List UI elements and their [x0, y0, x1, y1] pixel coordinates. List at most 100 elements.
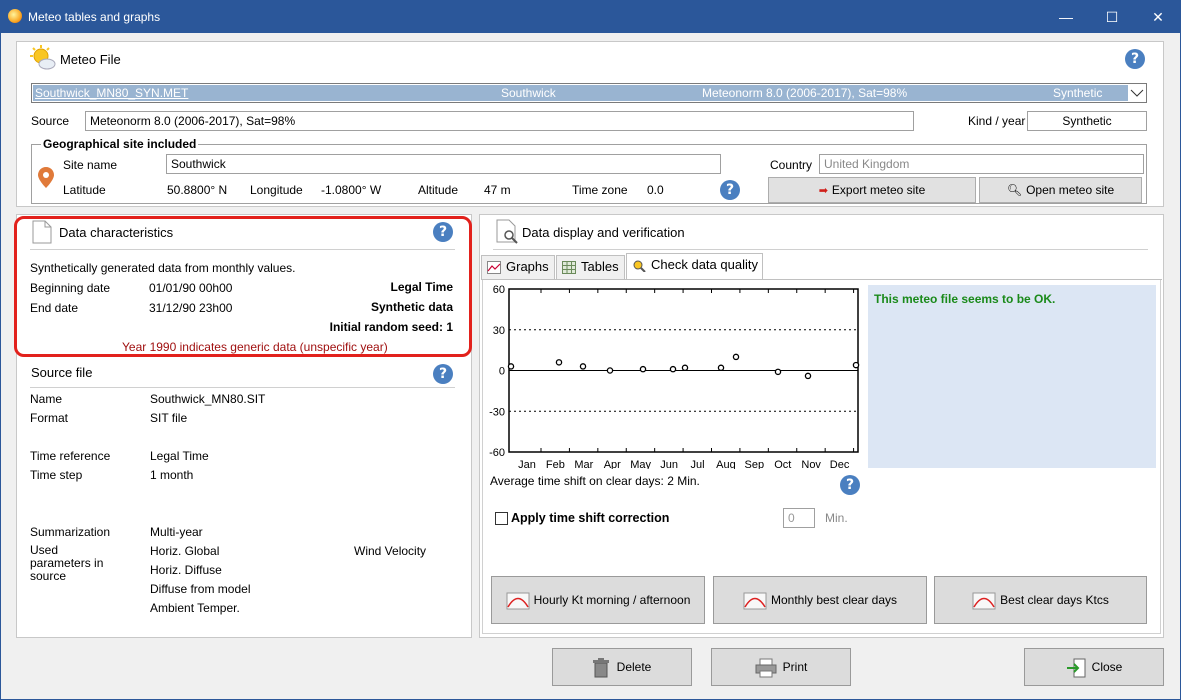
x-tick-label: Sep: [745, 459, 765, 469]
generic-year-note: Year 1990 indicates generic data (unspec…: [122, 340, 388, 354]
data-display-header: Data display and verification: [522, 225, 685, 240]
meteo-file-select[interactable]: Southwick_MN80_SYN.MET Southwick Meteono…: [31, 83, 1147, 103]
data-point: [669, 365, 677, 373]
site-name-field[interactable]: Southwick: [166, 154, 721, 174]
help-icon[interactable]: ?: [720, 180, 740, 200]
altitude-value: 47 m: [484, 183, 511, 197]
format-label: Format: [30, 411, 69, 425]
best-clear-days-ktcs-button[interactable]: Best clear days Ktcs: [934, 576, 1147, 624]
y-tick-label: -60: [489, 447, 505, 459]
selected-kind: Synthetic: [1053, 86, 1103, 100]
tab-tables[interactable]: Tables: [556, 255, 625, 279]
curve-chart-icon: [506, 592, 530, 610]
curve-chart-icon: [972, 592, 996, 610]
divider: [493, 249, 1148, 250]
data-characteristics-header: Data characteristics: [59, 225, 174, 240]
tab-check-data-quality[interactable]: Check data quality: [626, 253, 763, 279]
y-tick-label: 30: [493, 325, 505, 337]
map-pin-icon: [38, 167, 54, 188]
geo-site-legend: Geographical site included: [41, 137, 199, 151]
param-item: Horiz. Diffuse: [150, 563, 222, 577]
close-window-button[interactable]: ✕: [1135, 1, 1181, 33]
tab-check-label: Check data quality: [651, 257, 758, 272]
y-tick-label: 0: [499, 366, 505, 378]
longitude-value: -1.0800° W: [321, 183, 382, 197]
y-tick-label: -30: [489, 406, 505, 418]
x-tick-label: Nov: [801, 459, 821, 469]
used-parameters-label: Used parameters in source: [30, 543, 104, 583]
begin-date-label: Beginning date: [30, 281, 111, 295]
minimize-button[interactable]: —: [1043, 1, 1089, 33]
param-item: Wind Velocity: [354, 544, 427, 558]
window: Meteo tables and graphs — ☐ ✕ Meteo File…: [0, 0, 1181, 700]
x-tick-label: Jul: [690, 459, 704, 469]
export-button-label: Export meteo site: [831, 183, 926, 197]
document-search-icon: [496, 219, 518, 244]
hourly-kt-button[interactable]: Hourly Kt morning / afternoon: [491, 576, 705, 624]
data-point: [852, 361, 860, 369]
timezone-value: 0.0: [647, 183, 664, 197]
y-tick-label: 60: [493, 284, 505, 296]
x-tick-label: Jan: [518, 459, 536, 469]
table-icon: [562, 261, 576, 274]
latitude-label: Latitude: [63, 183, 106, 197]
data-point: [804, 372, 812, 380]
delete-button[interactable]: Delete: [552, 648, 692, 686]
export-arrow-icon: ➡: [818, 185, 828, 197]
data-point: [639, 365, 647, 373]
tab-graphs[interactable]: Graphs: [481, 255, 555, 279]
x-tick-label: Aug: [716, 459, 736, 469]
data-point: [606, 367, 614, 374]
best-clear-days-ktcs-label: Best clear days Ktcs: [1000, 593, 1109, 607]
longitude-label: Longitude: [250, 183, 303, 197]
open-meteo-site-button[interactable]: 🔍︎ Open meteo site: [979, 177, 1142, 203]
close-button[interactable]: Close: [1024, 648, 1164, 686]
window-title: Meteo tables and graphs: [28, 10, 161, 24]
source-name-label: Name: [30, 392, 63, 406]
monthly-best-clear-days-button[interactable]: Monthly best clear days: [713, 576, 927, 624]
export-meteo-site-button[interactable]: ➡ Export meteo site: [768, 177, 976, 203]
shift-unit: Min.: [825, 511, 848, 525]
avg-time-shift-text: Average time shift on clear days: 2 Min.: [490, 474, 700, 488]
shift-input[interactable]: 0: [783, 508, 815, 528]
summarization-label: Summarization: [30, 525, 111, 539]
chevron-down-icon[interactable]: [1130, 87, 1144, 99]
site-name-label: Site name: [63, 158, 118, 172]
country-label: Country: [770, 158, 813, 172]
time-shift-chart: 60 30 0 -30 -60 Jan Feb Mar Apr May Jun Jul Aug Sep Oc…: [489, 284, 860, 469]
data-point: [579, 363, 587, 370]
trash-icon: [592, 657, 609, 678]
magnifier-icon: 🔍︎: [1006, 183, 1023, 197]
source-label: Source: [31, 114, 70, 128]
print-label: Print: [782, 660, 808, 674]
help-icon[interactable]: ?: [840, 475, 860, 495]
monthly-best-clear-days-label: Monthly best clear days: [770, 593, 898, 607]
source-field[interactable]: Meteonorm 8.0 (2006-2017), Sat=98%: [85, 111, 914, 131]
kind-year-label: Kind / year: [968, 114, 1026, 128]
data-point: [732, 353, 740, 361]
sun-magnifier-icon: [633, 260, 646, 272]
end-date-value: 31/12/90 23h00: [149, 301, 233, 315]
format-value: SIT file: [150, 411, 188, 425]
close-label: Close: [1091, 660, 1123, 674]
country-field[interactable]: United Kingdom: [819, 154, 1144, 174]
apply-shift-checkbox[interactable]: [495, 512, 508, 525]
source-file-header: Source file: [31, 365, 93, 380]
help-icon[interactable]: ?: [433, 222, 453, 242]
graph-icon: [487, 261, 501, 274]
help-icon[interactable]: ?: [433, 364, 453, 384]
print-button[interactable]: Print: [711, 648, 851, 686]
x-tick-label: Dec: [830, 459, 850, 469]
selected-source: Meteonorm 8.0 (2006-2017), Sat=98%: [702, 86, 908, 100]
kind-year-field[interactable]: Synthetic: [1027, 111, 1147, 131]
x-tick-label: Mar: [574, 459, 593, 469]
random-seed-text: Initial random seed: 1: [329, 320, 453, 334]
help-icon[interactable]: ?: [1125, 49, 1145, 69]
selected-site: Southwick: [501, 86, 556, 100]
x-tick-label: May: [630, 459, 651, 469]
time-reference-label: Time reference: [30, 449, 111, 463]
open-button-label: Open meteo site: [1026, 183, 1115, 197]
source-name-value: Southwick_MN80.SIT: [150, 392, 266, 406]
meteo-file-header: Meteo File: [60, 52, 121, 67]
maximize-button[interactable]: ☐: [1089, 1, 1135, 33]
